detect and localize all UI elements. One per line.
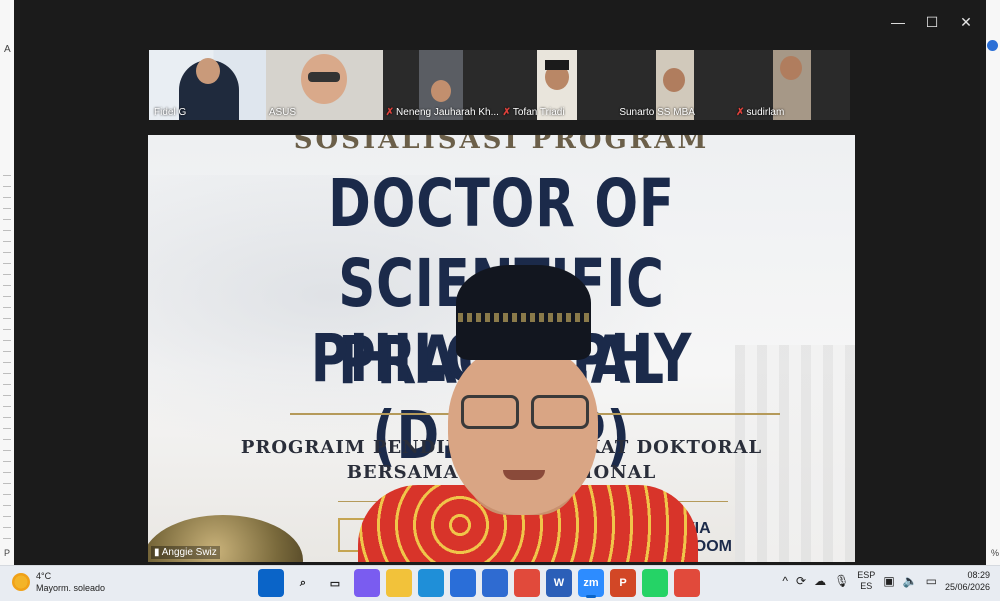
- participant-tile[interactable]: ✗ Neneng Jauharah Kh...: [382, 50, 500, 120]
- signal-icon: ▮: [154, 547, 160, 558]
- slide-title-line: DOCTOR OF: [328, 165, 675, 242]
- network-icon[interactable]: ▣: [883, 574, 894, 588]
- presenter-name-label: ▮ Anggie Swiz: [151, 546, 220, 559]
- background-letter-bottom: P: [4, 548, 11, 558]
- background-window-left: A P: [0, 0, 15, 565]
- participant-name: ✗ Neneng Jauharah Kh...: [385, 107, 499, 118]
- word-icon: W: [553, 577, 565, 589]
- system-tray: ^ ⟳ ☁ 🎙 ESP ES ▣ 🔈 ▭ 08:29 25/06/2026: [782, 569, 990, 593]
- chevron-up-icon[interactable]: ^: [782, 574, 788, 588]
- zoom-icon: zm: [583, 577, 599, 589]
- participant-strip: Fidel G ASUS ✗ Neneng Jauharah Kh... ✗ Tof…: [149, 50, 850, 120]
- window-controls: — ☐ ✕: [886, 10, 978, 34]
- participant-tile[interactable]: Sunarto SS MBA: [616, 50, 734, 120]
- edge-taskbar-button[interactable]: [418, 569, 444, 597]
- slide-header: SOSIALISASI PROGRAM: [293, 135, 710, 155]
- weather-temp: 4°C: [36, 571, 52, 581]
- taskbar-apps: ⌕ ▭ Wzm P: [258, 569, 700, 598]
- participant-tile[interactable]: ASUS: [265, 50, 383, 120]
- powerpoint-taskbar-button[interactable]: P: [610, 569, 636, 597]
- mic-muted-icon: ✗: [385, 107, 395, 118]
- presenter-video: [358, 265, 698, 562]
- powerpoint-icon: P: [619, 577, 627, 589]
- background-avatar-icon: [987, 40, 998, 51]
- cloud-off-icon[interactable]: ☁: [814, 574, 826, 588]
- participant-tile[interactable]: ✗ Tofan Triadi: [499, 50, 617, 120]
- participant-name: Sunarto SS MBA: [619, 107, 695, 118]
- background-letter: A: [4, 44, 11, 55]
- zoom-taskbar-button[interactable]: zm: [578, 569, 604, 598]
- cap-band: [458, 313, 590, 322]
- chrome2-taskbar-button[interactable]: [674, 569, 700, 597]
- search-icon: ⌕: [299, 576, 307, 589]
- store-taskbar-button[interactable]: [450, 569, 476, 597]
- minimize-button[interactable]: —: [886, 10, 910, 34]
- app8-taskbar-button[interactable]: [482, 569, 508, 597]
- whatsapp-taskbar-button[interactable]: [642, 569, 668, 597]
- search-taskbar-button[interactable]: ⌕: [290, 569, 316, 597]
- participant-name: ✗ Tofan Triadi: [502, 107, 565, 118]
- sync-icon[interactable]: ⟳: [796, 574, 806, 588]
- shared-screen: SOSIALISASI PROGRAM DOCTOR OF SCIENTIFIC…: [148, 135, 855, 562]
- presenter-mouth: [503, 470, 545, 480]
- participant-tile[interactable]: Fidel G: [149, 50, 266, 120]
- language-indicator[interactable]: ESP ES: [857, 570, 875, 592]
- participant-name: Fidel G: [154, 107, 187, 118]
- mic-muted-icon: ✗: [736, 107, 745, 118]
- background-zoom-pct: %: [990, 548, 999, 558]
- presenter-glasses: [461, 395, 589, 429]
- volume-icon[interactable]: 🔈: [903, 574, 918, 588]
- vertical-ruler: [3, 165, 11, 545]
- mic-icon[interactable]: 🎙: [834, 574, 849, 588]
- mic-muted-icon: ✗: [502, 107, 511, 118]
- background-window-right: %: [985, 0, 1000, 565]
- presenter-head: [448, 345, 598, 515]
- maximize-button[interactable]: ☐: [920, 10, 944, 34]
- clock[interactable]: 08:29 25/06/2026: [945, 569, 990, 593]
- battery-icon[interactable]: ▭: [926, 574, 937, 588]
- weather-desc: Mayorm. soleado: [36, 583, 106, 593]
- sun-icon: [12, 573, 30, 591]
- chrome-taskbar-button[interactable]: [514, 569, 540, 597]
- close-button[interactable]: ✕: [954, 10, 978, 34]
- weather-widget[interactable]: 4°C Mayorm. soleado: [12, 570, 105, 594]
- participant-tile[interactable]: ✗ sudirlam: [733, 50, 850, 120]
- file-explorer-taskbar-button[interactable]: [386, 569, 412, 597]
- taskbar: 4°C Mayorm. soleado ⌕ ▭ Wzm P ^ ⟳ ☁ 🎙 ESP ES …: [0, 565, 1000, 601]
- participant-name: ✗ sudirlam: [736, 107, 785, 118]
- task-view-taskbar-button[interactable]: ▭: [322, 569, 348, 597]
- start-taskbar-button[interactable]: [258, 569, 284, 597]
- word-taskbar-button[interactable]: W: [546, 569, 572, 597]
- task-view-icon: ▭: [329, 577, 341, 590]
- participant-name: ASUS: [268, 107, 297, 118]
- zoom-meeting-window: — ☐ ✕ Fidel G ASUS ✗ Neneng Jauharah Kh..…: [14, 0, 986, 565]
- copilot-taskbar-button[interactable]: [354, 569, 380, 597]
